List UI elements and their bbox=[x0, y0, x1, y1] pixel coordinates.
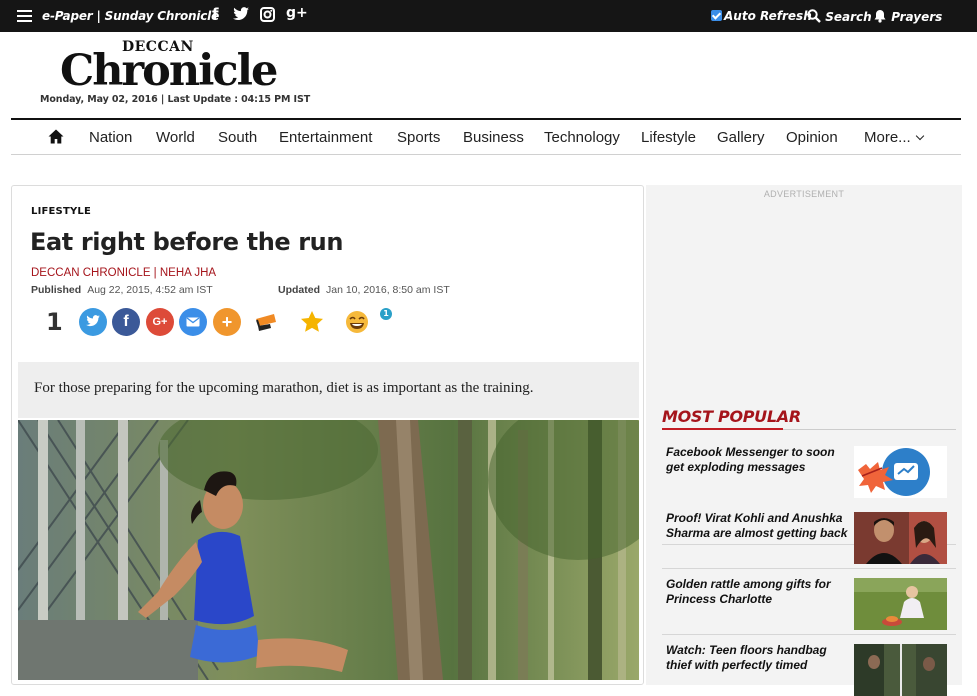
advertisement-label: ADVERTISEMENT bbox=[763, 189, 845, 199]
top-bar: e-Paper | Sunday Chronicle f g+ Auto Ref… bbox=[0, 0, 977, 32]
auto-refresh-checkbox[interactable] bbox=[711, 10, 722, 21]
popular-item-title[interactable]: Golden rattle among gifts for Princess C… bbox=[666, 577, 850, 607]
most-popular-title: MOST POPULAR bbox=[662, 407, 801, 426]
article-hero-image bbox=[18, 420, 639, 680]
nav-item-sports[interactable]: Sports bbox=[397, 129, 440, 146]
popular-item-title[interactable]: Watch: Teen floors handbag thief with pe… bbox=[666, 643, 850, 673]
boom-thumbnail[interactable] bbox=[854, 446, 947, 498]
chevron-down-icon bbox=[915, 131, 924, 141]
nav-item-entertainment[interactable]: Entertainment bbox=[279, 129, 372, 146]
reaction-count-badge: 1 bbox=[380, 308, 392, 320]
nav-item-technology[interactable]: Technology bbox=[544, 129, 620, 146]
summary-text: For those preparing for the upcoming mar… bbox=[34, 380, 534, 396]
article-summary: For those preparing for the upcoming mar… bbox=[18, 362, 639, 418]
googleplus-share-icon[interactable]: G+ bbox=[146, 308, 174, 336]
nav-item-world[interactable]: World bbox=[156, 129, 195, 146]
auto-refresh-toggle[interactable]: Auto Refresh bbox=[711, 9, 812, 23]
article-title: Eat right before the run bbox=[30, 228, 344, 256]
twitter-icon[interactable] bbox=[233, 7, 249, 25]
popular-item-title[interactable]: Facebook Messenger to soon get exploding… bbox=[666, 445, 850, 475]
nav-item-opinion[interactable]: Opinion bbox=[786, 129, 838, 146]
list-item[interactable]: Watch: Teen floors handbag thief with pe… bbox=[662, 635, 956, 696]
nav-item-business[interactable]: Business bbox=[463, 129, 524, 146]
nav-item-lifestyle[interactable]: Lifestyle bbox=[641, 129, 696, 146]
search-button[interactable]: Search bbox=[807, 9, 872, 24]
title-underline bbox=[662, 428, 783, 430]
dateline: Monday, May 02, 2016 | Last Update : 04:… bbox=[40, 94, 311, 105]
updated-meta: Updated Jan 10, 2016, 8:50 am IST bbox=[278, 284, 450, 296]
prayers-button[interactable]: Prayers bbox=[873, 9, 942, 24]
most-popular-widget: MOST POPULAR Facebook Messenger to soon … bbox=[646, 395, 962, 696]
facebook-icon[interactable]: f bbox=[212, 5, 219, 23]
more-share-icon[interactable]: + bbox=[213, 308, 241, 336]
list-item[interactable]: Proof! Virat Kohli and Anushka Sharma ar… bbox=[662, 503, 956, 569]
epaper-link[interactable]: e-Paper | Sunday Chronicle bbox=[42, 9, 219, 23]
advertisement-box[interactable]: ADVERTISEMENT bbox=[646, 185, 962, 395]
couple-thumbnail[interactable] bbox=[854, 512, 947, 564]
nav-bottom-rule bbox=[11, 154, 961, 155]
logo-chronicle: Chronicle bbox=[60, 46, 278, 96]
hamburger-menu-icon[interactable] bbox=[17, 10, 32, 22]
article-section[interactable]: LIFESTYLE bbox=[31, 206, 91, 217]
reaction-star-icon[interactable] bbox=[299, 309, 325, 335]
email-share-icon[interactable] bbox=[179, 308, 207, 336]
instagram-icon[interactable] bbox=[260, 7, 275, 26]
search-icon bbox=[807, 9, 821, 23]
list-item[interactable]: Golden rattle among gifts for Princess C… bbox=[662, 569, 956, 635]
child-thumbnail[interactable] bbox=[854, 578, 947, 630]
share-count: 1 bbox=[46, 308, 63, 336]
facebook-share-icon[interactable]: f bbox=[112, 308, 140, 336]
nav-item-gallery[interactable]: Gallery bbox=[717, 129, 765, 146]
list-item[interactable]: Facebook Messenger to soon get exploding… bbox=[662, 437, 956, 545]
twitter-share-icon[interactable] bbox=[79, 308, 107, 336]
reaction-laugh-icon[interactable] bbox=[344, 309, 370, 335]
googleplus-icon[interactable]: g+ bbox=[286, 5, 308, 21]
bell-icon bbox=[874, 10, 886, 23]
reaction-bowl-icon[interactable] bbox=[253, 309, 279, 335]
published-meta: Published Aug 22, 2015, 4:52 am IST bbox=[31, 284, 213, 296]
street-thumbnail[interactable] bbox=[854, 644, 947, 696]
article-byline[interactable]: DECCAN CHRONICLE | NEHA JHA bbox=[31, 267, 216, 279]
nav-item-nation[interactable]: Nation bbox=[89, 129, 132, 146]
nav-item-more[interactable]: More... bbox=[864, 129, 924, 146]
home-icon[interactable] bbox=[48, 129, 64, 144]
popular-item-title[interactable]: Proof! Virat Kohli and Anushka Sharma ar… bbox=[666, 511, 850, 541]
main-nav: Nation World South Entertainment Sports … bbox=[11, 120, 961, 154]
article-card: LIFESTYLE Eat right before the run DECCA… bbox=[11, 185, 644, 685]
nav-item-south[interactable]: South bbox=[218, 129, 257, 146]
